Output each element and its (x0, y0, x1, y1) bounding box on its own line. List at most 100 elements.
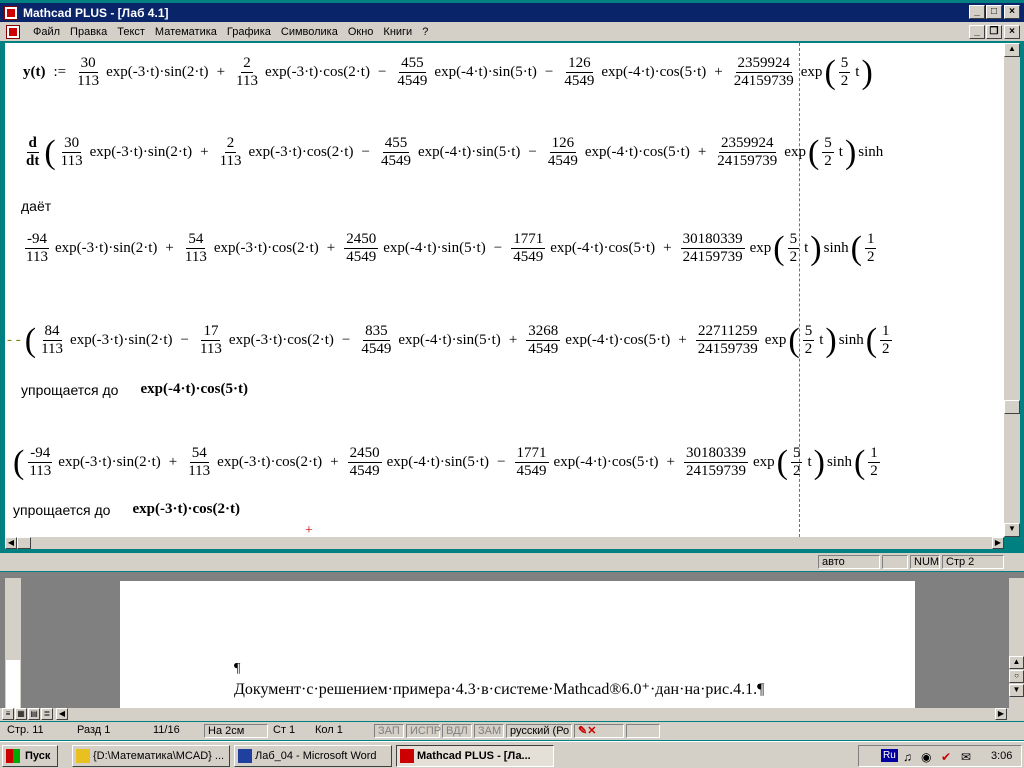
menu-window[interactable]: Окно (343, 26, 379, 38)
mathcad-status-bar: авто NUM Стр 2 (0, 553, 1024, 571)
outline-view-button[interactable]: ≣ (41, 708, 53, 720)
fraction: 2 113 (219, 135, 242, 169)
status-page: Стр. 11 (7, 724, 44, 736)
clock[interactable]: 3:06 (991, 750, 1012, 762)
term: exp(-4·t)·cos(5·t) (584, 144, 690, 160)
start-button[interactable]: Пуск (2, 745, 58, 767)
menu-graphics[interactable]: Графика (222, 26, 276, 38)
word-icon (238, 749, 252, 763)
math-expression-3[interactable]: ( -94 113 exp(-3·t)·sin(2·t) + 54 113 exp(… (13, 445, 883, 480)
page-view-button[interactable]: ▤ (28, 708, 40, 720)
status-overtype[interactable]: ЗАМ (474, 724, 504, 738)
select-browse-button[interactable]: ○ (1009, 670, 1024, 683)
close-button[interactable]: × (1004, 5, 1020, 19)
status-language[interactable]: русский (Ро (506, 724, 572, 738)
next-page-button[interactable]: ▼ (1009, 684, 1024, 697)
mail-icon[interactable]: ✉ (961, 750, 971, 764)
taskbar: Пуск {D:\Математика\MCAD} ... Лаб_04 - M… (0, 741, 1024, 768)
num-lock-indicator: NUM (910, 555, 940, 569)
title-bar: Mathcad PLUS - [Лаб 4.1] _ □ × (0, 3, 1024, 22)
folder-icon (76, 749, 90, 763)
word-scroll-right[interactable]: ▶ (995, 708, 1007, 720)
operator: − (544, 64, 554, 80)
term: exp(-3·t)·sin(2·t) (106, 64, 209, 80)
status-extend[interactable]: ВДЛ (442, 724, 472, 738)
menu-text[interactable]: Текст (112, 26, 150, 38)
spelling-status-icon[interactable]: ✎✕ (574, 724, 624, 738)
fraction: 126 4549 (547, 135, 578, 169)
menu-math[interactable]: Математика (150, 26, 222, 38)
term: exp(-4·t)·sin(5·t) (417, 144, 521, 160)
status-column: Кол 1 (315, 724, 343, 736)
fraction: 2359924 24159739 (733, 55, 794, 89)
status-pages: 11/16 (153, 724, 180, 736)
scroll-right-button[interactable]: ▶ (992, 537, 1004, 549)
math-derivative[interactable]: d dt ( 30 113 exp(-3·t)·sin(2·t) + 2 113 ex… (21, 135, 885, 170)
word-vscrollbar[interactable]: ▲ ○ ▼ (1009, 578, 1024, 708)
scroll-up-button[interactable]: ▲ (1004, 43, 1020, 57)
language-indicator[interactable]: Ru (881, 749, 898, 762)
crosshair-cursor: + (305, 523, 313, 537)
math-result[interactable]: -94 113 exp(-3·t)·sin(2·t) + 54 113 exp(-3… (21, 231, 879, 266)
tray-app-icon[interactable]: ✔ (941, 750, 951, 764)
term: exp(-3·t)·sin(2·t) (89, 144, 193, 160)
doc-restore-button[interactable]: ❐ (986, 25, 1002, 39)
status-blank-2 (626, 724, 660, 738)
word-hscrollbar[interactable]: ≡ ▦ ▤ ≣ ◀ ▶ (0, 708, 1024, 721)
term: exp (800, 64, 823, 80)
word-page[interactable]: ¶ Документ·с·решением·примера·4.3·в·сист… (120, 581, 915, 708)
doc-close-button[interactable]: × (1004, 25, 1020, 39)
menu-help[interactable]: ? (417, 26, 433, 38)
normal-view-button[interactable]: ≡ (2, 708, 14, 720)
simplify-result-2[interactable]: упрощается до exp(-3·t)·cos(2·t) (13, 501, 242, 518)
term: exp(-3·t)·cos(2·t) (248, 144, 354, 160)
operator: + (216, 64, 226, 80)
taskbar-mathcad[interactable]: Mathcad PLUS - [Ла... (396, 745, 554, 767)
mathcad-icon (400, 749, 414, 763)
taskbar-mcad-folder[interactable]: {D:\Математика\MCAD} ... (72, 745, 230, 767)
taskbar-word[interactable]: Лаб_04 - Microsoft Word (234, 745, 392, 767)
fraction: 52 (838, 55, 851, 89)
speaker-icon[interactable]: ♫ (903, 750, 912, 764)
fraction: 455 4549 (380, 135, 411, 169)
term: exp(-4·t)·cos(5·t) (601, 64, 707, 80)
prev-page-button[interactable]: ▲ (1009, 656, 1024, 669)
menu-file[interactable]: Файл (28, 26, 65, 38)
fraction: 455 4549 (397, 55, 428, 89)
mathcad-app-icon[interactable] (4, 5, 18, 20)
maximize-button[interactable]: □ (986, 5, 1002, 19)
status-section: Разд 1 (77, 724, 111, 736)
fraction: 30 113 (60, 135, 83, 169)
fraction: -94 113 (24, 231, 49, 265)
hscroll-thumb[interactable] (17, 537, 31, 549)
document-icon[interactable] (6, 24, 20, 39)
menu-books[interactable]: Книги (378, 26, 417, 38)
network-icon[interactable]: ◉ (921, 750, 931, 764)
status-rec[interactable]: ЗАП (374, 724, 404, 738)
scroll-down-button[interactable]: ▼ (1004, 523, 1020, 537)
ruler-page-area (6, 660, 20, 708)
fraction: 2 113 (236, 55, 258, 89)
math-definition[interactable]: y(t) := 30 113 exp(-3·t)·sin(2·t) + 2 113 … (21, 55, 873, 90)
menu-symbolic[interactable]: Символика (276, 26, 343, 38)
minimize-button[interactable]: _ (969, 5, 985, 19)
doc-minimize-button[interactable]: _ (969, 25, 985, 39)
operator: + (714, 64, 723, 80)
simplify-result-1[interactable]: упрощается до exp(-4·t)·cos(5·t) (21, 381, 250, 398)
menu-edit[interactable]: Правка (65, 26, 112, 38)
window-title: Mathcad PLUS - [Лаб 4.1] (23, 5, 169, 20)
status-track[interactable]: ИСПР (406, 724, 441, 738)
mathcad-worksheet[interactable]: y(t) := 30 113 exp(-3·t)·sin(2·t) + 2 113 … (5, 43, 1004, 537)
windows-logo-icon (6, 749, 20, 763)
status-position: На 2см (204, 724, 268, 738)
term: exp(-3·t)·cos(2·t) (264, 64, 370, 80)
word-scroll-left[interactable]: ◀ (56, 708, 68, 720)
online-view-button[interactable]: ▦ (15, 708, 27, 720)
vertical-scrollbar[interactable]: ▲ ▼ (1004, 43, 1020, 537)
scroll-left-button[interactable]: ◀ (5, 537, 17, 549)
math-expression-2[interactable]: - - ( 84 113 exp(-3·t)·sin(2·t) − 17 113 e… (7, 323, 895, 358)
document-text[interactable]: Документ·с·решением·примера·4.3·в·систем… (234, 679, 764, 699)
scroll-thumb[interactable] (1004, 400, 1020, 414)
status-line: Ст 1 (273, 724, 296, 736)
horizontal-scrollbar[interactable]: ◀ ▶ (5, 537, 1004, 549)
